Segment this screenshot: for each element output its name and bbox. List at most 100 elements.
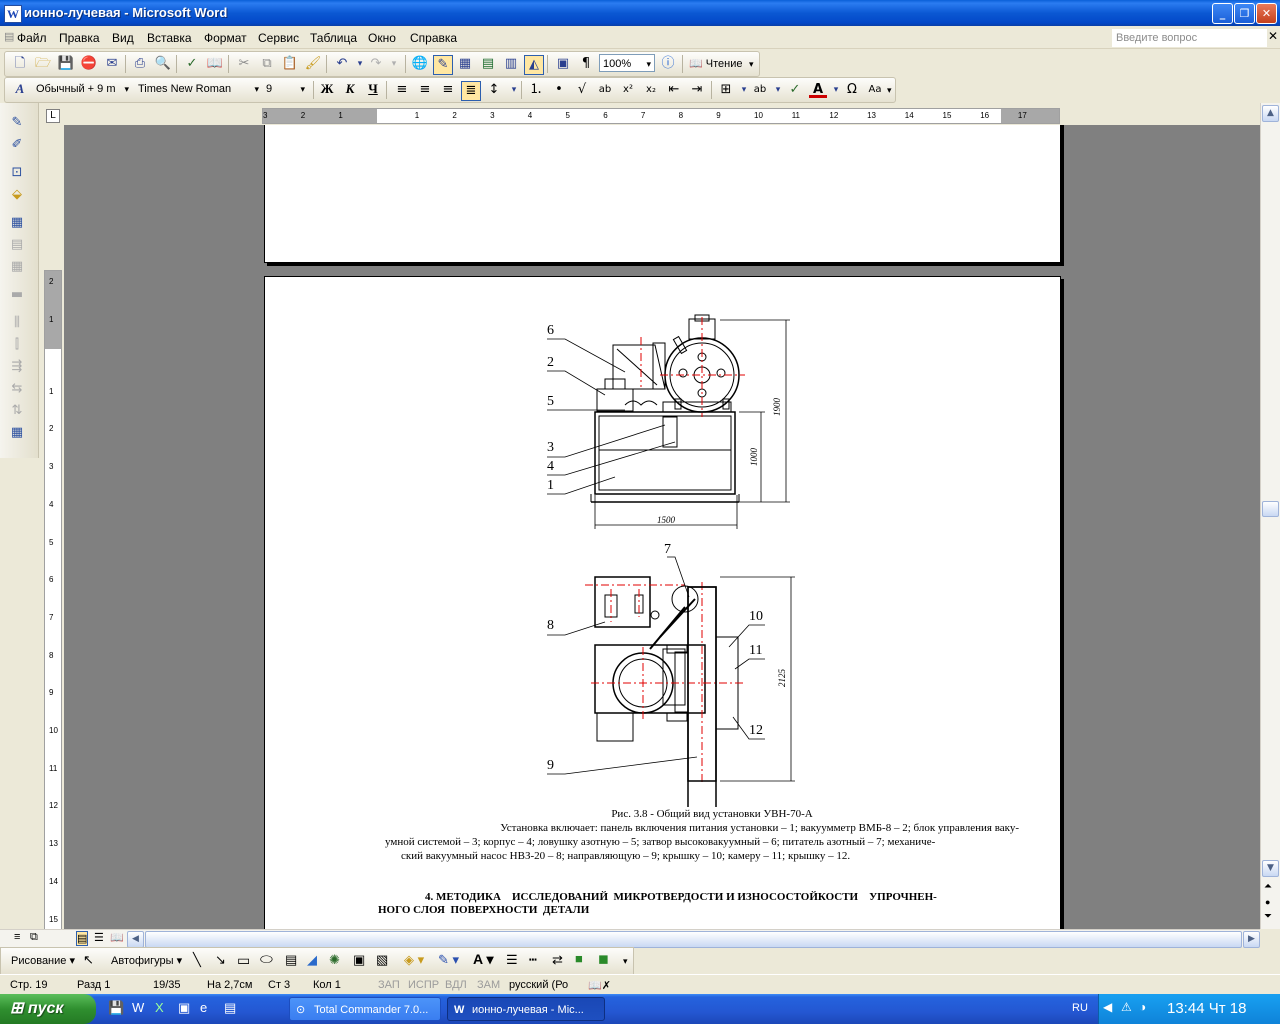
quicklaunch-explorer-icon[interactable]: 💾 — [108, 1000, 124, 1016]
arrow-icon[interactable]: ↘ — [215, 952, 226, 968]
draw-font-color-icon[interactable]: A ▾ — [473, 951, 494, 968]
print-icon[interactable]: ⎙ — [131, 55, 149, 73]
numbering-icon[interactable]: ⒈ — [527, 81, 545, 99]
shading-icon[interactable]: ⬙ — [8, 187, 26, 203]
dash-style-icon[interactable]: ┅ — [529, 952, 537, 968]
style-select[interactable]: Обычный + 9 m ▾ — [33, 80, 133, 98]
next-page-icon[interactable]: ⏷ — [1264, 911, 1272, 922]
web-view-icon[interactable]: ⧉ — [30, 931, 38, 944]
horizontal-scrollbar[interactable]: ≡ ⧉ ▤ ☰ 📖 ◀ ▶ — [0, 929, 1260, 948]
autoformat-icon[interactable]: ⇶ — [8, 359, 26, 375]
quicklaunch-desktop-icon[interactable]: ▣ — [178, 1000, 190, 1016]
ruler-bar[interactable]: 3 2 1 1 2 3 4 5 6 7 8 9 10 11 12 13 14 15 16 17 — [262, 108, 1060, 124]
print-preview-icon[interactable]: 🔍 — [154, 55, 172, 73]
browse-object-icon[interactable]: ● — [1265, 897, 1270, 907]
permission-icon[interactable]: ⛔ — [80, 55, 98, 73]
highlight-dropdown-icon[interactable]: ▾ — [769, 81, 787, 99]
tab-stop-icon[interactable]: L — [46, 109, 60, 123]
normal-view-icon[interactable]: ≡ — [14, 931, 20, 943]
scroll-left-icon[interactable]: ◀ — [127, 931, 144, 948]
task-word-document[interactable]: W ионно-лучевая - Mic... — [447, 997, 605, 1021]
equation-icon[interactable]: √ — [573, 81, 591, 99]
line-style-icon[interactable]: ⊡ — [8, 165, 26, 181]
menu-table[interactable]: Таблица — [310, 31, 357, 45]
fill-color-icon[interactable]: ◈ ▾ — [404, 952, 424, 968]
toolbar-options-icon[interactable]: ▾ — [749, 59, 754, 70]
prev-page-icon[interactable]: ⏶ — [1264, 881, 1272, 892]
oval-icon[interactable]: ⬭ — [260, 951, 273, 968]
align-cell-icon[interactable]: ▬ — [8, 287, 26, 303]
document-map-icon[interactable]: ▣ — [554, 55, 572, 73]
open-icon[interactable]: 🗁 — [34, 55, 52, 73]
scroll-up-icon[interactable]: ▲ — [1262, 105, 1279, 122]
toolbar-options-icon[interactable]: ▾ — [623, 956, 628, 967]
status-ovr[interactable]: ЗАМ — [477, 979, 500, 991]
task-total-commander[interactable]: ⊙ Total Commander 7.0... — [289, 997, 441, 1021]
help-search-input[interactable]: Введите вопрос — [1112, 29, 1267, 47]
line-style-icon[interactable]: ☰ — [506, 952, 518, 968]
hyperlink-icon[interactable]: 🌐 — [411, 55, 429, 73]
justify-icon[interactable]: ≣ — [461, 81, 481, 101]
symbol-icon[interactable]: Ω — [843, 81, 861, 99]
quicklaunch-word-icon[interactable]: W — [132, 1000, 144, 1015]
quicklaunch-ie-icon[interactable]: e — [200, 1000, 207, 1015]
borders-icon[interactable]: ⊞ — [717, 81, 735, 99]
menu-view[interactable]: Вид — [112, 31, 134, 45]
scroll-down-icon[interactable]: ▼ — [1262, 860, 1279, 877]
rectangle-icon[interactable]: ▭ — [237, 952, 250, 969]
document-area[interactable]: 6 2 5 3 4 1 1900 1000 1500 7 8 10 11 12 … — [64, 125, 1260, 929]
email-icon[interactable]: ✉ — [103, 55, 121, 73]
line-icon[interactable]: ╲ — [193, 952, 201, 968]
copy-icon[interactable]: ⧉ — [258, 55, 276, 73]
text-direction-icon[interactable]: ⇆ — [8, 381, 26, 397]
menu-window[interactable]: Окно — [368, 31, 396, 45]
maximize-button[interactable]: ❐ — [1234, 3, 1255, 24]
picture-icon[interactable]: ▧ — [376, 952, 388, 968]
columns-icon[interactable]: ▥ — [502, 55, 520, 73]
status-rec[interactable]: ЗАП — [378, 979, 400, 991]
bullets-icon[interactable]: • — [550, 81, 568, 99]
close-doc-icon[interactable]: ✕ — [1268, 29, 1278, 43]
clock[interactable]: 13:44 Чт 18 — [1167, 1000, 1246, 1017]
highlight-icon[interactable]: ab — [751, 81, 769, 99]
help-icon[interactable]: ⓘ — [659, 55, 677, 73]
research-icon[interactable]: 📖 — [206, 55, 224, 73]
redo-icon[interactable]: ↷ — [367, 55, 385, 73]
font-size-select[interactable]: 9 ▾ — [263, 80, 309, 98]
reading-layout-button[interactable]: 📖 Чтение — [689, 57, 742, 70]
status-trk[interactable]: ИСПР — [408, 979, 439, 991]
change-case-icon[interactable]: Aa — [866, 81, 884, 99]
table-grid-icon[interactable]: ▦ — [8, 425, 26, 441]
start-button[interactable]: ⊞ пуск — [0, 994, 96, 1024]
word-app-icon[interactable]: W — [4, 5, 22, 23]
align-center-icon[interactable]: ≡ — [416, 81, 434, 99]
minimize-button[interactable]: _ — [1212, 3, 1233, 24]
scroll-thumb[interactable] — [1262, 501, 1279, 517]
new-doc-icon[interactable]: 🗋 — [11, 55, 29, 73]
superscript-icon[interactable]: x² — [619, 81, 637, 99]
tray-volume-icon[interactable]: ◑ — [1139, 1000, 1146, 1014]
menu-help[interactable]: Справка — [410, 31, 457, 45]
spelling-status-icon[interactable]: 📖✗ — [588, 979, 611, 992]
underline-icon[interactable]: Ч — [364, 81, 382, 99]
textbox-icon[interactable]: ▤ — [285, 952, 297, 968]
vertical-scrollbar[interactable]: ▲ ▼ ⏶ ● ⏷ — [1260, 103, 1280, 929]
draw-menu[interactable]: Рисование ▾ — [11, 954, 75, 967]
eraser-icon[interactable]: ✐ — [8, 137, 26, 153]
merge-cells-icon[interactable]: ▤ — [8, 237, 26, 253]
spelling-check-icon[interactable]: ✓ — [786, 81, 804, 99]
distribute-cols-icon[interactable]: ⫿ — [8, 337, 26, 353]
align-left-icon[interactable]: ≡ — [393, 81, 411, 99]
quicklaunch-media-icon[interactable]: ▤ — [224, 1000, 236, 1016]
paste-icon[interactable]: 📋 — [281, 55, 299, 73]
reading-view-icon[interactable]: 📖 — [110, 931, 124, 944]
close-button[interactable]: ✕ — [1256, 3, 1277, 24]
clipart-icon[interactable]: ▣ — [353, 952, 365, 968]
menu-file[interactable]: Файл — [17, 31, 47, 45]
zoom-select[interactable]: 100% ▾ — [599, 54, 655, 72]
insert-excel-icon[interactable]: ▤ — [479, 55, 497, 73]
menu-edit[interactable]: Правка — [59, 31, 100, 45]
sort-icon[interactable]: ⇅ — [8, 403, 26, 419]
line-color-icon[interactable]: ✎ ▾ — [438, 952, 459, 968]
font-select[interactable]: Times New Roman ▾ — [135, 80, 263, 98]
